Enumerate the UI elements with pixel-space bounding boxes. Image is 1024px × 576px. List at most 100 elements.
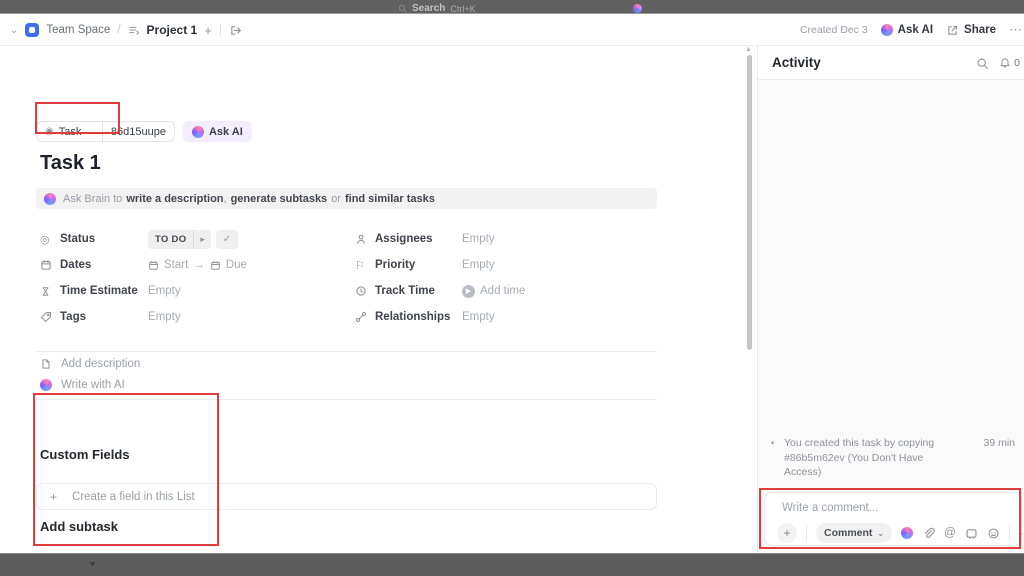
field-label: Assignees <box>375 233 462 245</box>
field-row-time-estimate: Time Estimate Empty <box>40 283 181 299</box>
activity-panel: Activity 0 • You created this task by co… <box>757 46 1024 553</box>
due-date-label[interactable]: Due <box>226 259 247 271</box>
field-row-assignees: Assignees Empty <box>355 231 495 247</box>
document-icon <box>40 358 52 370</box>
check-icon: ✓ <box>223 234 231 245</box>
banner-generate-subtasks-link[interactable]: generate subtasks <box>231 193 328 205</box>
more-options-button[interactable]: ⋯ <box>1009 22 1022 38</box>
breadcrumb-separator: / <box>117 24 120 36</box>
plus-icon: + <box>50 490 57 504</box>
breadcrumb: ⌄ Team Space / Project 1 + | <box>10 14 242 46</box>
bell-count: 0 <box>1014 57 1020 69</box>
bullet-icon: • <box>771 436 784 480</box>
create-field-button[interactable]: + Create a field in this List <box>36 483 657 510</box>
search-shortcut: Ctrl+K <box>450 4 475 14</box>
comment-type-dropdown[interactable]: Comment ⌄ <box>816 523 892 543</box>
complete-task-button[interactable]: ✓ <box>216 230 238 249</box>
field-row-tags: Tags Empty <box>40 309 181 325</box>
mention-icon[interactable]: @ <box>944 527 956 539</box>
breadcrumb-space[interactable]: Team Space <box>46 24 110 36</box>
share-label: Share <box>964 24 996 36</box>
activity-title: Activity <box>772 55 821 70</box>
start-date-label[interactable]: Start <box>164 259 188 271</box>
add-subtask-heading: Add subtask <box>40 519 118 534</box>
status-value: TO DO <box>148 234 193 245</box>
activity-entry-time: 39 min <box>983 436 1015 480</box>
attachment-icon[interactable] <box>922 527 935 540</box>
task-type-selector[interactable]: ◉ Task ⌄ <box>37 126 102 138</box>
chevron-down-icon: ⌄ <box>877 529 884 538</box>
comment-type-label: Comment <box>824 527 872 539</box>
activity-entry-text: You created this task by copying #86b5m6… <box>784 436 956 480</box>
add-description-button[interactable]: Add description <box>40 358 140 370</box>
comment-add-button[interactable]: + <box>777 523 797 543</box>
banner-find-similar-link[interactable]: find similar tasks <box>345 193 435 205</box>
next-status-icon[interactable]: ▸ <box>194 234 211 245</box>
emoji-icon[interactable] <box>987 527 1000 540</box>
field-label: Tags <box>60 311 148 323</box>
list-icon <box>128 24 140 36</box>
dates-value[interactable]: Start → Due <box>148 259 247 271</box>
clickup-task-window: Search Ctrl+K ⌄ Team Space / Project 1 +… <box>0 0 1024 576</box>
comment-toolbar: + Comment ⌄ @ ⋯ <box>777 523 1024 543</box>
banner-or: or <box>331 193 341 205</box>
flag-icon: ⚐ <box>355 259 375 272</box>
comment-box[interactable]: Write a comment... + Comment ⌄ @ ⋯ <box>764 492 1022 546</box>
field-row-status: ◎ Status TO DO ▸ ✓ <box>40 231 238 247</box>
time-estimate-value[interactable]: Empty <box>148 285 181 297</box>
share-button[interactable]: Share <box>946 24 996 37</box>
task-title[interactable]: Task 1 <box>40 152 101 175</box>
notifications-button[interactable]: 0 <box>999 57 1020 69</box>
relationships-icon <box>355 311 375 323</box>
search-icon <box>398 4 407 13</box>
plus-icon: + <box>783 526 790 540</box>
write-with-ai-button[interactable]: Write with AI <box>40 379 125 391</box>
breadcrumb-project[interactable]: Project 1 <box>147 23 198 37</box>
hourglass-icon <box>40 286 60 297</box>
vertical-scrollbar[interactable] <box>747 55 752 350</box>
banner-prefix: Ask Brain to <box>63 193 122 205</box>
bell-icon <box>999 57 1011 69</box>
banner-write-description-link[interactable]: write a description <box>126 193 223 205</box>
custom-fields-heading: Custom Fields <box>40 447 130 462</box>
task-ask-ai-button[interactable]: Ask AI <box>183 121 252 142</box>
tags-value[interactable]: Empty <box>148 311 181 323</box>
relationships-value[interactable]: Empty <box>462 311 495 323</box>
breadcrumb-divider: | <box>219 24 222 36</box>
assignees-value[interactable]: Empty <box>462 233 495 245</box>
search-icon[interactable] <box>976 57 989 70</box>
more-options-icon[interactable]: ⋯ <box>1019 527 1024 540</box>
status-chip[interactable]: TO DO ▸ <box>148 230 211 249</box>
space-avatar[interactable] <box>25 23 39 37</box>
comment-input[interactable]: Write a comment... <box>782 502 878 514</box>
calendar-icon <box>210 260 221 271</box>
divider <box>36 351 657 352</box>
clip-icon[interactable] <box>965 527 978 540</box>
scroll-down-icon: ▼ <box>88 559 97 569</box>
ai-icon[interactable] <box>633 4 642 13</box>
exit-expand-icon[interactable] <box>229 24 242 37</box>
ai-flower-icon <box>44 193 56 205</box>
field-label: Status <box>60 233 148 245</box>
collapse-chevron-icon[interactable]: ⌄ <box>10 25 18 36</box>
scroll-up-icon[interactable]: ▲ <box>745 46 752 53</box>
task-meta-row: ◉ Task ⌄ 86d15uupe Ask AI <box>36 121 252 142</box>
priority-value[interactable]: Empty <box>462 259 495 271</box>
add-time-button[interactable]: ▶ Add time <box>462 285 525 298</box>
arrow-right-icon: → <box>193 259 205 271</box>
field-row-priority: ⚐ Priority Empty <box>355 257 495 273</box>
global-search-button[interactable]: Search Ctrl+K <box>398 3 476 14</box>
task-type-icon: ◉ <box>45 126 54 137</box>
field-label: Dates <box>60 259 148 271</box>
calendar-icon <box>148 260 159 271</box>
divider <box>36 399 657 400</box>
task-id[interactable]: 86d15uupe <box>103 126 174 138</box>
ai-flower-icon[interactable] <box>901 527 913 539</box>
created-date: Created Dec 3 <box>800 24 868 36</box>
field-row-dates: Dates Start → Due <box>40 257 247 273</box>
calendar-icon <box>40 259 60 271</box>
add-view-button[interactable]: + <box>204 23 212 38</box>
add-time-label: Add time <box>480 285 525 297</box>
ask-brain-banner[interactable]: Ask Brain to write a description, genera… <box>36 188 657 209</box>
ask-ai-button[interactable]: Ask AI <box>881 24 933 36</box>
